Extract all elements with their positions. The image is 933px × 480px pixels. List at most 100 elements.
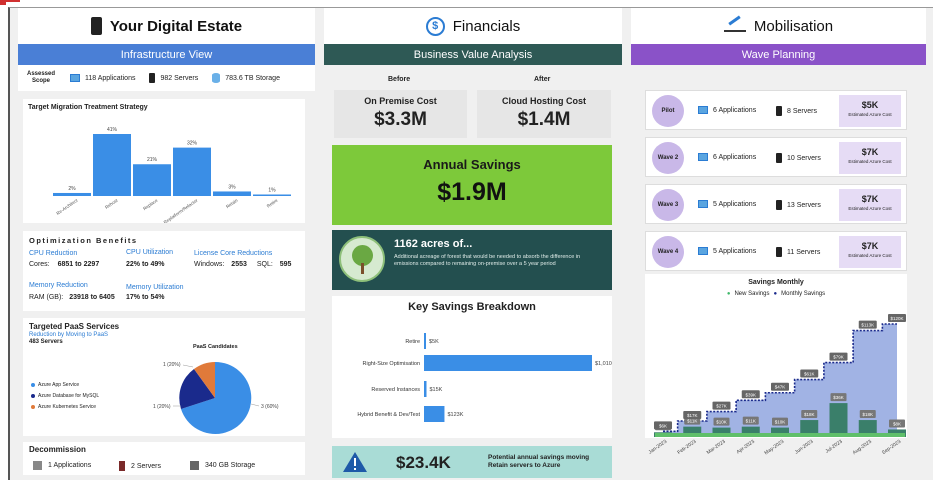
wave-cost-value: $7K: [861, 241, 879, 251]
dollar-icon: $: [425, 16, 445, 36]
new-savings-label: $36K: [833, 395, 844, 400]
onprem-cost-card: On Premise Cost $3.3M: [334, 90, 467, 138]
migration-bar-label: Rehost: [104, 197, 119, 210]
memory-reduction-label: Memory Reduction: [29, 282, 88, 289]
estate-servers: 982 Servers: [160, 74, 199, 82]
paas-pie-chart: 1 (20%) 1 (20%) 3 (60%): [153, 361, 279, 434]
application-icon: [70, 74, 80, 82]
new-savings-label: $10K: [775, 420, 786, 425]
storage-icon: [212, 73, 221, 83]
estate-storage: 783.6 TB Storage: [225, 74, 280, 82]
month-tick-label: Mar-2023: [706, 439, 727, 456]
breakdown-value: $1,010K: [595, 361, 612, 367]
wave-name-badge: Wave 3: [652, 189, 684, 221]
wave-applications: 6 Applications: [713, 153, 757, 161]
application-icon: [698, 200, 708, 208]
monthly-savings-label: $113K: [861, 323, 874, 328]
business-value-banner: Business Value Analysis: [324, 44, 622, 65]
pie-label-app-service: 3 (60%): [261, 404, 279, 410]
annual-savings-value: $1.9M: [437, 178, 507, 206]
wave-cost-box: $7K Estimated Azure Cost: [839, 236, 901, 268]
new-savings-label: $10K: [716, 420, 727, 425]
wave-cost-value: $7K: [861, 147, 879, 157]
migration-bar-label: Replatform/Refactor: [163, 197, 199, 223]
savings-monthly-card: Savings Monthly ● New Savings ● Monthly Sa…: [645, 274, 907, 456]
cpu-utilization-label: CPU Utilization: [126, 249, 174, 256]
estate-column: Your Digital Estate Infrastructure View …: [18, 8, 315, 480]
migration-bar-pct: 32%: [187, 141, 198, 147]
wave-row: Pilot 6 Applications 8 Servers $5K Estimated…: [645, 90, 907, 130]
wave-cost-value: $5K: [861, 100, 879, 110]
migration-bar-pct: 1%: [268, 187, 276, 193]
new-savings-label: $18K: [862, 412, 873, 417]
breakdown-value: $123K: [447, 412, 463, 418]
wave-servers: 10 Servers: [787, 154, 821, 162]
cloud-cost-label: Cloud Hosting Cost: [502, 96, 586, 106]
monthly-savings-label: $120K: [890, 316, 903, 321]
onprem-cost-value: $3.3M: [374, 109, 427, 130]
monthly-savings-label: $79K: [833, 355, 844, 360]
wave-cost-box: $7K Estimated Azure Cost: [839, 142, 901, 174]
savings-breakdown-card: Key Savings Breakdown Retire $5K Right-Siz…: [332, 296, 612, 438]
breakdown-category: Reserved Instances: [371, 387, 420, 393]
wave-cost-box: $7K Estimated Azure Cost: [839, 189, 901, 221]
mobilisation-title: Mobilisation: [753, 17, 834, 35]
wave-applications: 5 Applications: [713, 247, 757, 255]
monthly-savings-label: $61K: [804, 372, 815, 377]
ram-value: 23918 to 6405: [69, 294, 115, 301]
month-tick-label: May-2023: [763, 439, 785, 457]
cores-text: Cores:: [29, 261, 50, 268]
forest-description: Additional acreage of forest that would …: [394, 254, 581, 267]
decommission-server-icon: [119, 461, 125, 471]
assessed-scope-label: Assessed Scope: [26, 71, 56, 84]
breakdown-category: Retire: [405, 339, 420, 345]
application-icon: [698, 153, 708, 161]
new-savings-label: $11K: [746, 419, 756, 424]
breakdown-category: Right-Size Optimisation: [363, 361, 420, 367]
monthly-savings-label: $39K: [745, 392, 756, 397]
mobilisation-column: Mobilisation Wave Planning Pilot 6 Applic…: [631, 8, 926, 480]
server-icon: [776, 153, 782, 163]
wave-cost-box: $5K Estimated Azure Cost: [839, 95, 901, 127]
month-tick-label: Sep-2023: [881, 439, 902, 456]
dashboard-frame: Your Digital Estate Infrastructure View …: [8, 7, 933, 480]
breakdown-value: $15K: [429, 387, 442, 393]
wave-cost-caption: Estimated Azure Cost: [848, 112, 892, 117]
infrastructure-banner: Infrastructure View: [18, 44, 315, 65]
cores-value: 6851 to 2297: [57, 261, 100, 268]
cpu-utilization-value: 22% to 49%: [126, 261, 165, 268]
migration-bar-pct: 41%: [107, 127, 118, 133]
warning-icon: [343, 452, 367, 472]
breakdown-bar: [424, 381, 427, 397]
application-icon: [698, 106, 708, 114]
migration-bar-label: Retire: [266, 197, 279, 208]
migration-bar: [173, 147, 211, 196]
memory-utilization-value: 17% to 54%: [126, 294, 165, 301]
tree-icon: [339, 236, 385, 282]
month-tick-label: Aug-2023: [852, 439, 873, 456]
breakdown-value: $5K: [429, 339, 439, 345]
application-icon: [698, 247, 708, 255]
server-icon: [776, 200, 782, 210]
migration-bar: [53, 192, 91, 196]
financials-header: $ Financials: [324, 8, 622, 44]
annual-savings-label: Annual Savings: [423, 157, 521, 172]
optimization-card: Optimization Benefits CPU Reduction Core…: [23, 231, 305, 311]
decommission-applications: 1 Applications: [48, 462, 92, 469]
migration-strategy-chart: 2% Re-Architect 41% Rehost 21% Replace 32% Repl…: [53, 127, 291, 223]
migration-bar-pct: 21%: [147, 157, 158, 163]
wave-servers: 13 Servers: [787, 201, 821, 209]
pie-label-kubernetes: 1 (20%): [163, 362, 181, 368]
forest-card: 1162 acres of... Additional acreage of f…: [332, 230, 612, 290]
after-label: After: [534, 76, 551, 83]
migration-bar: [93, 134, 131, 196]
breakdown-bar: [424, 355, 592, 371]
monthly-savings-label: $6K: [659, 423, 667, 428]
window-corner-marker-line: [6, 0, 20, 2]
onprem-cost-label: On Premise Cost: [364, 96, 437, 106]
before-label: Before: [388, 76, 411, 83]
migration-bar-pct: 2%: [68, 186, 76, 192]
monthly-savings-label: $17K: [687, 413, 698, 418]
mobilisation-header: Mobilisation: [631, 8, 926, 44]
new-savings-label: $11K: [687, 419, 697, 424]
